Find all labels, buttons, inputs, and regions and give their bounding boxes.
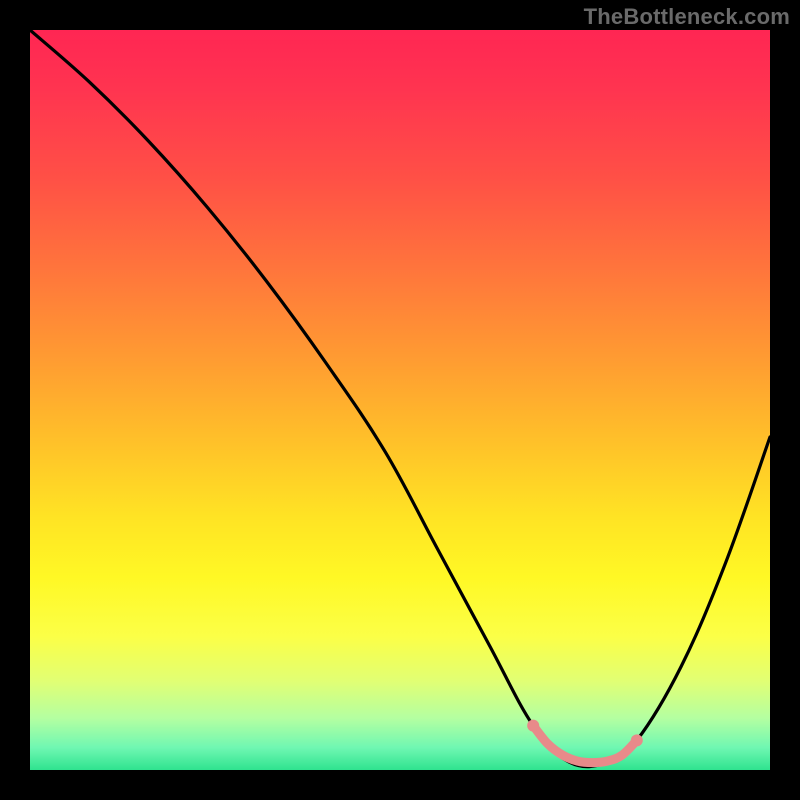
chart-container: TheBottleneck.com: [0, 0, 800, 800]
flat-highlight-line: [533, 726, 637, 763]
highlight-dot-right: [631, 734, 643, 746]
chart-svg: [30, 30, 770, 770]
v-curve-line: [30, 30, 770, 767]
watermark-text: TheBottleneck.com: [584, 4, 790, 30]
plot-area: [30, 30, 770, 770]
highlight-dot-left: [527, 720, 539, 732]
